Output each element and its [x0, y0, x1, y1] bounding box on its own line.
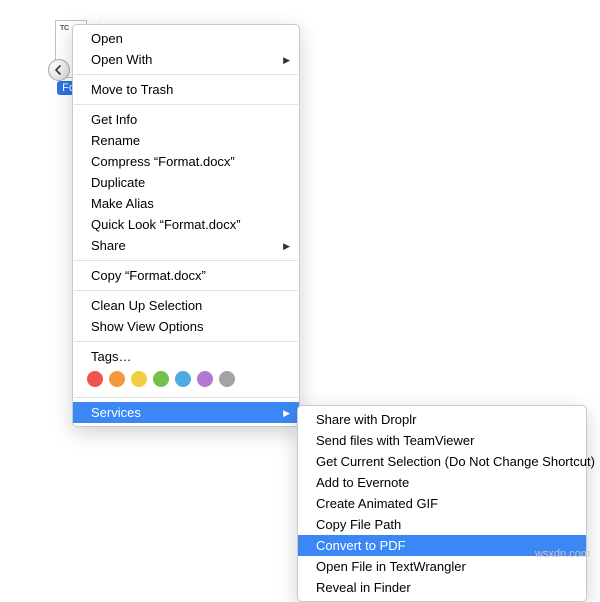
menu-get-info[interactable]: Get Info — [73, 109, 299, 130]
tag-gray[interactable] — [219, 371, 235, 387]
menu-trash[interactable]: Move to Trash — [73, 79, 299, 100]
tag-blue[interactable] — [175, 371, 191, 387]
file-type-badge: TC — [60, 25, 69, 32]
menu-tags-row — [73, 367, 299, 393]
menu-view-options[interactable]: Show View Options — [73, 316, 299, 337]
tag-red[interactable] — [87, 371, 103, 387]
menu-services[interactable]: Services — [73, 402, 299, 423]
tag-green[interactable] — [153, 371, 169, 387]
menu-make-alias[interactable]: Make Alias — [73, 193, 299, 214]
menu-separator — [74, 74, 298, 75]
back-arrow-icon — [48, 59, 70, 81]
menu-duplicate[interactable]: Duplicate — [73, 172, 299, 193]
submenu-copy-path[interactable]: Copy File Path — [298, 514, 586, 535]
submenu-teamviewer[interactable]: Send files with TeamViewer — [298, 430, 586, 451]
menu-compress[interactable]: Compress “Format.docx” — [73, 151, 299, 172]
submenu-animated-gif[interactable]: Create Animated GIF — [298, 493, 586, 514]
menu-clean-up[interactable]: Clean Up Selection — [73, 295, 299, 316]
menu-separator — [74, 341, 298, 342]
submenu-share-droplr[interactable]: Share with Droplr — [298, 409, 586, 430]
menu-share[interactable]: Share — [73, 235, 299, 256]
menu-open-with[interactable]: Open With — [73, 49, 299, 70]
services-submenu: Share with Droplr Send files with TeamVi… — [297, 405, 587, 602]
menu-copy[interactable]: Copy “Format.docx” — [73, 265, 299, 286]
tag-orange[interactable] — [109, 371, 125, 387]
context-menu: Open Open With Move to Trash Get Info Re… — [72, 24, 300, 427]
menu-open[interactable]: Open — [73, 28, 299, 49]
submenu-get-selection[interactable]: Get Current Selection (Do Not Change Sho… — [298, 451, 586, 472]
tag-yellow[interactable] — [131, 371, 147, 387]
menu-rename[interactable]: Rename — [73, 130, 299, 151]
menu-separator — [74, 397, 298, 398]
submenu-reveal-finder[interactable]: Reveal in Finder — [298, 577, 586, 598]
menu-separator — [74, 290, 298, 291]
menu-quick-look[interactable]: Quick Look “Format.docx” — [73, 214, 299, 235]
menu-separator — [74, 104, 298, 105]
submenu-evernote[interactable]: Add to Evernote — [298, 472, 586, 493]
menu-separator — [74, 260, 298, 261]
tag-purple[interactable] — [197, 371, 213, 387]
menu-tags-label[interactable]: Tags… — [73, 346, 299, 367]
watermark: wsxdn.com — [535, 548, 590, 560]
